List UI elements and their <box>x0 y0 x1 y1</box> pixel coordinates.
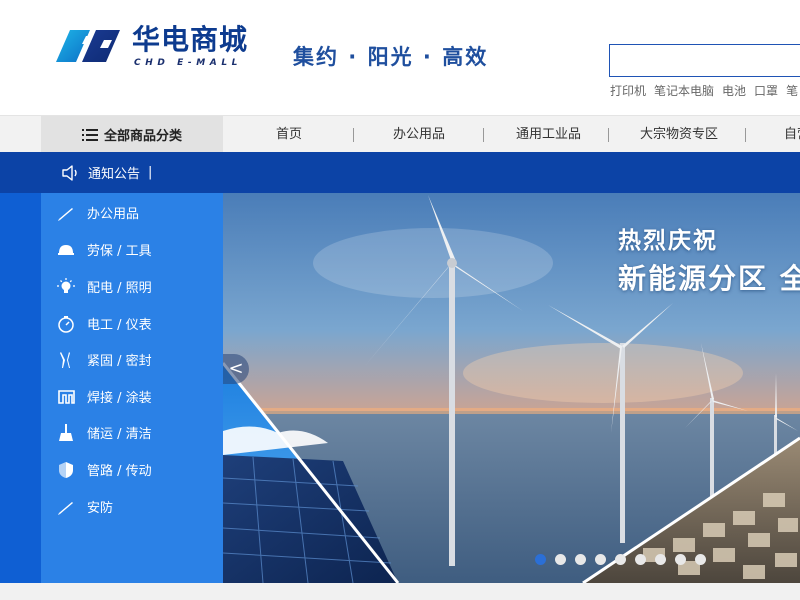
sidebar-item[interactable]: 紧固 / 密封 <box>41 341 223 378</box>
sidebar-item[interactable]: 焊接 / 涂装 <box>41 378 223 415</box>
nav-divider <box>353 128 354 142</box>
sidebar-item-label: 焊接 / 涂装 <box>87 391 152 406</box>
all-categories-tab[interactable]: 全部商品分类 <box>41 116 223 153</box>
carousel-dot[interactable] <box>595 554 606 565</box>
bulb-icon <box>55 276 77 298</box>
shield-icon <box>55 459 77 481</box>
hotword-link[interactable]: 打印机 <box>610 84 646 98</box>
header: 华电商城 CHD E-MALL 集约 · 阳光 · 高效 打印机 笔记本电脑 电池口… <box>0 0 800 115</box>
hot-search-words: 打印机 笔记本电脑 电池 口罩笔 <box>610 82 800 99</box>
carousel-dot[interactable] <box>675 554 686 565</box>
nav-item-home[interactable]: 首页 <box>276 116 302 153</box>
banner-headline: 热烈庆祝 <box>618 228 718 254</box>
sidebar-item-label: 储运 / 清洁 <box>87 427 152 442</box>
sidebar-item-label: 办公用品 <box>87 207 140 222</box>
weld-icon <box>55 386 77 408</box>
sidebar-item[interactable]: 办公用品 <box>41 194 223 231</box>
logo-mark-icon <box>56 30 120 62</box>
carousel-dot[interactable] <box>555 554 566 565</box>
banner-pagination <box>535 554 715 566</box>
notice[interactable]: 通知公告 | <box>62 152 152 193</box>
sidebar-item-label: 电工 / 仪表 <box>87 318 152 333</box>
notice-cursor: | <box>148 165 153 180</box>
category-sidebar: 办公用品劳保 / 工具 配电 / 照明 电工 / 仪表 紧固 / 密封 焊接 / 涂装储… <box>41 193 223 583</box>
pen-icon <box>55 496 77 518</box>
nav-divider <box>483 128 484 142</box>
sidebar-item-label: 配电 / 照明 <box>87 281 152 296</box>
carousel-dot[interactable] <box>695 554 706 565</box>
hotword-link[interactable]: 口罩 <box>754 84 778 98</box>
all-categories-label: 全部商品分类 <box>103 129 182 144</box>
nav-item-office[interactable]: 办公用品 <box>393 116 445 153</box>
nav-divider <box>745 128 746 142</box>
notice-bar: 通知公告 | <box>0 152 800 193</box>
carousel-dot[interactable] <box>635 554 646 565</box>
sidebar-item[interactable]: 安防 <box>41 488 223 525</box>
broom-icon <box>55 422 77 444</box>
banner-subheadline: 新能源分区 全 <box>618 262 800 295</box>
sidebar-item[interactable]: 劳保 / 工具 <box>41 231 223 268</box>
slogan: 集约 · 阳光 · 高效 <box>293 45 489 69</box>
logo[interactable]: 华电商城 CHD E-MALL <box>56 24 271 70</box>
sidebar-item[interactable]: 管路 / 传动 <box>41 451 223 488</box>
page: 华电商城 CHD E-MALL 集约 · 阳光 · 高效 打印机 笔记本电脑 电池口… <box>0 0 800 600</box>
sidebar-item-label: 紧固 / 密封 <box>87 354 152 369</box>
menu-icon <box>81 128 98 141</box>
sidebar-item[interactable]: 电工 / 仪表 <box>41 305 223 342</box>
sidebar-item[interactable]: 储运 / 清洁 <box>41 414 223 451</box>
carousel-dot[interactable] <box>535 554 546 565</box>
hotword-link[interactable]: 电池 <box>722 84 746 98</box>
sidebar-item[interactable]: 配电 / 照明 <box>41 268 223 305</box>
nav-item-bulk[interactable]: 大宗物资专区 <box>640 116 718 153</box>
pliers-icon <box>55 349 77 371</box>
main-nav: 全部商品分类 首页 办公用品 通用工业品 大宗物资专区 自营 <box>0 115 800 153</box>
helmet-icon <box>55 239 77 261</box>
hotword-link[interactable]: 笔 <box>786 84 798 98</box>
sidebar-item-label: 管路 / 传动 <box>87 464 152 479</box>
speaker-icon <box>62 164 77 181</box>
search-input[interactable] <box>609 44 800 77</box>
hotword-link[interactable]: 笔记本电脑 <box>654 84 714 98</box>
logo-subtext: CHD E-MALL <box>134 58 243 68</box>
nav-item-industrial[interactable]: 通用工业品 <box>516 116 581 153</box>
logo-text: 华电商城 <box>132 23 249 56</box>
gauge-icon <box>55 313 77 335</box>
sidebar-item-label: 安防 <box>87 501 114 516</box>
notice-label: 通知公告 <box>88 167 141 182</box>
sidebar-item-label: 劳保 / 工具 <box>87 244 152 259</box>
page-bottom <box>0 583 800 600</box>
nav-item-self-operated[interactable]: 自营 <box>784 116 800 153</box>
nav-divider <box>608 128 609 142</box>
pen-icon <box>55 202 77 224</box>
hero-banner[interactable]: 热烈庆祝 新能源分区 全 < <box>223 193 800 583</box>
carousel-dot[interactable] <box>655 554 666 565</box>
carousel-dot[interactable] <box>615 554 626 565</box>
carousel-dot[interactable] <box>575 554 586 565</box>
